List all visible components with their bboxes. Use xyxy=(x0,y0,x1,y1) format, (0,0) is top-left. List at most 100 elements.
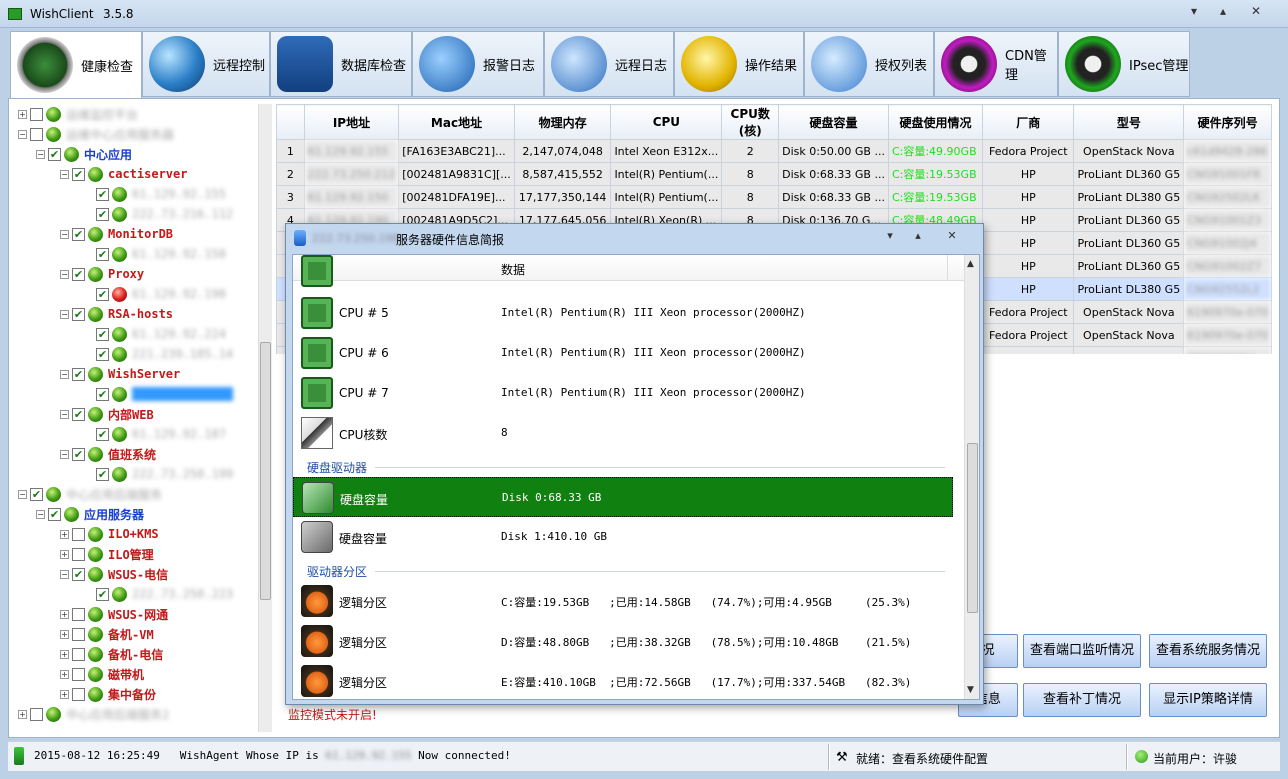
expand-icon[interactable]: − xyxy=(60,369,69,379)
tree-checkbox[interactable] xyxy=(72,647,85,661)
grid-column-header[interactable]: 硬盘容量 xyxy=(778,104,889,140)
list-item[interactable]: 逻辑分区 E:容量:410.10GB ;已用:72.56GB (17.7%);可用… xyxy=(293,661,953,699)
expand-icon[interactable]: − xyxy=(60,449,69,459)
tree-checkbox[interactable]: ✔ xyxy=(72,227,85,241)
list-item[interactable]: CPU # 6 Intel(R) Pentium(R) III Xeon proc… xyxy=(293,333,953,373)
tree-checkbox[interactable]: ✔ xyxy=(96,327,109,341)
expand-icon[interactable]: − xyxy=(60,269,69,279)
table-row[interactable]: 2 222.73.250.212 [002481A9831C][... 8,587,4… xyxy=(276,162,1272,186)
port-listen-button[interactable]: 查看端口监听情况 xyxy=(1023,634,1141,668)
expand-icon[interactable]: − xyxy=(18,489,27,499)
tree-node[interactable]: + 磁带机 xyxy=(60,664,144,684)
tree-node[interactable]: ✔ 222.73.250.198 xyxy=(84,384,234,404)
expand-icon[interactable]: + xyxy=(60,529,69,539)
grid-column-header[interactable]: IP地址 xyxy=(303,104,400,140)
ipsec-policy-button[interactable]: 显示IP策略详情 xyxy=(1149,683,1267,717)
dialog-dropdown-icon[interactable]: ▾ xyxy=(880,228,900,244)
tab-operation-result[interactable]: 操作结果 xyxy=(674,31,804,97)
tree-checkbox[interactable]: ✔ xyxy=(72,567,85,581)
tree-node[interactable]: ✔ 61.129.92.190 xyxy=(84,284,226,304)
grid-column-header[interactable]: 物理内存 xyxy=(513,104,612,140)
tree-node[interactable]: − ✔ 值班系统 xyxy=(60,444,156,464)
expand-icon[interactable]: − xyxy=(60,409,69,419)
dialog-collapse-icon[interactable]: ▴ xyxy=(908,228,928,244)
tree-node[interactable]: − ✔ RSA-hosts xyxy=(60,304,173,324)
tree-node[interactable]: ✔ 221.239.185.14 xyxy=(84,344,233,364)
tree-checkbox[interactable]: ✔ xyxy=(96,207,109,221)
expand-icon[interactable]: − xyxy=(36,149,45,159)
tree-node[interactable]: − ✔ 应用服务器 xyxy=(36,504,144,524)
tree-node[interactable]: ✔ 222.73.216.112 xyxy=(84,204,233,224)
tree-node[interactable]: − ✔ cactiserver xyxy=(60,164,187,184)
tree-checkbox[interactable]: ✔ xyxy=(48,507,61,521)
tree-checkbox[interactable]: ✔ xyxy=(96,247,109,261)
list-item[interactable]: 硬盘容量 Disk 1:410.10 GB xyxy=(293,517,953,557)
dialog-scrollbar[interactable]: ▲ ▼ xyxy=(964,255,979,699)
tree-node[interactable]: ✔ 61.129.92.150 xyxy=(84,244,226,264)
tree-checkbox[interactable] xyxy=(72,607,85,621)
tree-checkbox[interactable] xyxy=(72,547,85,561)
tree-checkbox[interactable]: ✔ xyxy=(96,287,109,301)
tab-cdn-manage[interactable]: CDN管理 xyxy=(934,31,1058,97)
scroll-up-icon[interactable]: ▲ xyxy=(967,259,974,269)
tree-checkbox[interactable] xyxy=(30,707,43,721)
tree-checkbox[interactable] xyxy=(30,107,43,121)
tab-remote-log[interactable]: 远程日志 xyxy=(544,31,674,97)
expand-icon[interactable]: − xyxy=(36,509,45,519)
tree-checkbox[interactable]: ✔ xyxy=(96,587,109,601)
hardware-list[interactable]: 项目 数据 CPU # 5Intel(R) Pentium(R) III Xeo… xyxy=(292,254,980,700)
grid-column-header[interactable]: Mac地址 xyxy=(398,104,515,140)
tree-checkbox[interactable] xyxy=(30,127,43,141)
tree-node[interactable]: ✔ 61.129.92.224 xyxy=(84,324,226,344)
minimize-button[interactable]: ▾ xyxy=(1181,2,1207,20)
tree-checkbox[interactable]: ✔ xyxy=(72,447,85,461)
tree-checkbox[interactable] xyxy=(72,667,85,681)
tree-node[interactable]: + ILO+KMS xyxy=(60,524,159,544)
tab-health-check[interactable]: 健康检查 xyxy=(10,31,142,99)
list-item[interactable]: CPU核数 8 xyxy=(293,413,953,453)
expand-icon[interactable]: + xyxy=(60,609,69,619)
tree-checkbox[interactable] xyxy=(72,527,85,541)
expand-icon[interactable]: − xyxy=(60,229,69,239)
grid-column-header[interactable]: CPU数(核) xyxy=(721,104,780,140)
tree-node[interactable]: ✔ 222.73.250.223 xyxy=(84,584,233,604)
tree-checkbox[interactable]: ✔ xyxy=(72,267,85,281)
tree-node[interactable]: + WSUS-网通 xyxy=(60,604,168,624)
tree-checkbox[interactable] xyxy=(72,627,85,641)
tree-node[interactable]: + 备机-VM xyxy=(60,624,154,644)
list-item[interactable]: CPU # 7 Intel(R) Pentium(R) III Xeon proc… xyxy=(293,373,953,413)
tree-node[interactable]: ✔ 222.73.250.199 xyxy=(84,464,233,484)
tree-node[interactable]: − ✔ 中心应用 xyxy=(36,144,132,164)
tab-remote-control[interactable]: 远程控制 xyxy=(142,31,270,97)
grid-column-header[interactable]: 型号 xyxy=(1073,104,1185,140)
tree-node[interactable]: − ✔ 内部WEB xyxy=(60,404,154,424)
list-item[interactable]: 硬盘容量 Disk 0:68.33 GB xyxy=(293,477,953,517)
tree-node[interactable]: + ILO管理 xyxy=(60,544,154,564)
tree-checkbox[interactable]: ✔ xyxy=(48,147,61,161)
dialog-scrollbar-thumb[interactable] xyxy=(967,443,978,613)
tree-node[interactable]: + 备机-电信 xyxy=(60,644,163,664)
tree-checkbox[interactable]: ✔ xyxy=(96,467,109,481)
grid-column-header[interactable]: 厂商 xyxy=(982,104,1075,140)
expand-icon[interactable]: + xyxy=(18,709,27,719)
tree-checkbox[interactable]: ✔ xyxy=(72,407,85,421)
maximize-button[interactable]: ▴ xyxy=(1210,2,1236,20)
tree-node[interactable]: − ✔ WSUS-电信 xyxy=(60,564,168,584)
tree-scrollbar-thumb[interactable] xyxy=(260,342,271,600)
grid-column-header[interactable]: 硬件序列号 xyxy=(1183,104,1272,140)
expand-icon[interactable]: + xyxy=(60,649,69,659)
tab-database-check[interactable]: 数据库检查 xyxy=(270,31,412,97)
tree-checkbox[interactable]: ✔ xyxy=(96,187,109,201)
tree-checkbox[interactable]: ✔ xyxy=(96,387,109,401)
tree-checkbox[interactable]: ✔ xyxy=(96,427,109,441)
list-item[interactable]: CPU # 5 Intel(R) Pentium(R) III Xeon proc… xyxy=(293,293,953,333)
tree-node[interactable]: − ✔ 中心应用后端服务 xyxy=(18,484,162,504)
expand-icon[interactable]: + xyxy=(60,689,69,699)
tab-alarm-log[interactable]: 报警日志 xyxy=(412,31,544,97)
tab-authorize-list[interactable]: 授权列表 xyxy=(804,31,934,97)
tree-checkbox[interactable]: ✔ xyxy=(30,487,43,501)
table-row[interactable]: 3 61.129.92.150 [002481DFA19E]... 17,177,35… xyxy=(276,185,1272,209)
expand-icon[interactable]: + xyxy=(60,629,69,639)
list-item[interactable]: 逻辑分区 C:容量:19.53GB ;已用:14.58GB (74.7%);可用:… xyxy=(293,581,953,621)
system-service-button[interactable]: 查看系统服务情况 xyxy=(1149,634,1267,668)
